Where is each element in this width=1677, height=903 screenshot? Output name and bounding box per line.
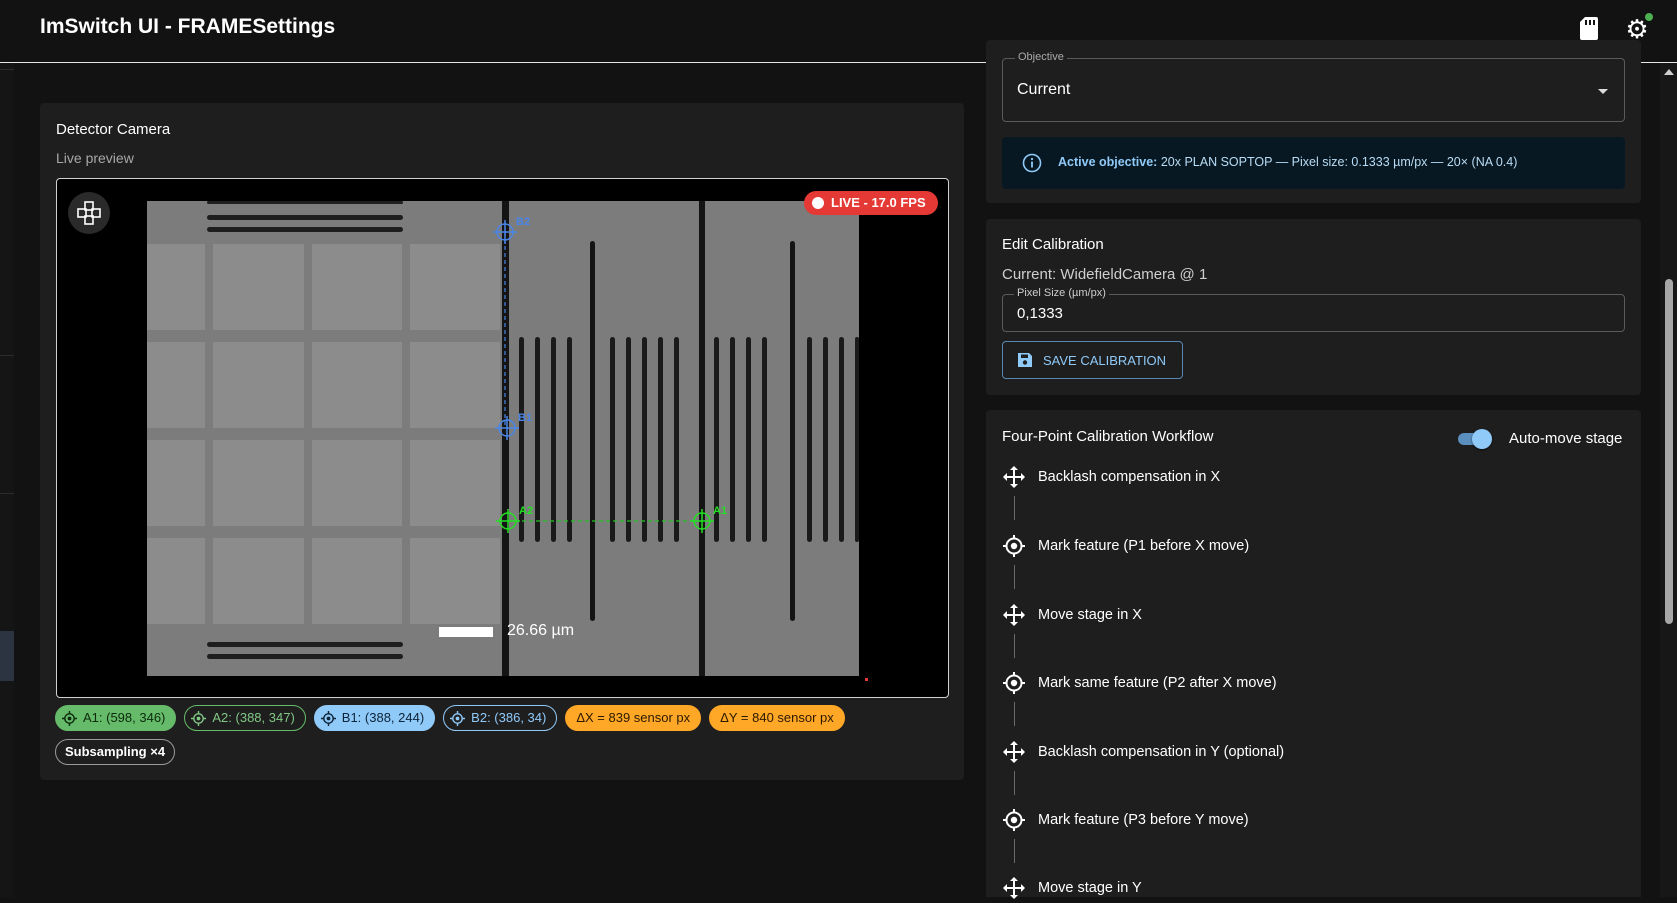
workflow-step[interactable]: Move stage in X xyxy=(1002,600,1142,630)
indicator-dot xyxy=(865,678,868,681)
point-chips: A1: (598, 346) A2: (388, 347) B1: (388, … xyxy=(55,705,845,731)
svg-text:B2: B2 xyxy=(516,216,530,228)
chip-subsampling: Subsampling ×4 xyxy=(55,739,176,765)
target-icon xyxy=(1003,535,1025,557)
detector-camera-card: Detector Camera Live preview B2 B1 A2 A1… xyxy=(40,103,964,780)
workflow-step[interactable]: Mark feature (P1 before X move) xyxy=(1002,531,1249,561)
step-connector xyxy=(1014,565,1015,589)
scale-bar-label: 26.66 µm xyxy=(507,622,575,639)
scale-bar xyxy=(439,627,493,637)
target-icon xyxy=(1003,809,1025,831)
svg-text:B1: B1 xyxy=(518,412,532,424)
chevron-down-icon xyxy=(1598,89,1608,94)
move-icon xyxy=(1003,877,1025,899)
move-icon xyxy=(1003,604,1025,626)
chip-delta-x: ΔX = 839 sensor px xyxy=(565,705,702,731)
chip-b2[interactable]: B2: (386, 34) xyxy=(443,705,558,731)
objective-select-label: Objective xyxy=(1015,51,1067,63)
crosshair-icon xyxy=(320,710,336,726)
save-calibration-button[interactable]: SAVE CALIBRATION xyxy=(1002,341,1183,379)
scroll-up-icon[interactable] xyxy=(1664,69,1674,75)
pixel-size-input[interactable] xyxy=(1003,295,1624,331)
scrollbar-thumb[interactable] xyxy=(1665,279,1673,624)
svg-text:A2: A2 xyxy=(519,505,533,517)
page-scrollbar[interactable] xyxy=(1660,63,1677,897)
live-badge-label: LIVE - 17.0 FPS xyxy=(831,195,926,210)
pixel-size-field[interactable]: Pixel Size (µm/px) xyxy=(1002,287,1625,332)
svg-text:A1: A1 xyxy=(713,505,727,517)
edit-calibration-panel: Edit Calibration Current: WidefieldCamer… xyxy=(986,219,1641,395)
live-preview-viewer[interactable]: B2 B1 A2 A1 LIVE - 17.0 FPS 26.66 µm xyxy=(56,178,949,698)
step-connector xyxy=(1014,839,1015,863)
auto-move-label: Auto-move stage xyxy=(1509,430,1623,447)
gamepad-icon[interactable] xyxy=(68,192,110,234)
objective-select[interactable]: Objective Current xyxy=(1002,51,1625,122)
step-connector xyxy=(1014,634,1015,658)
sd-card-icon[interactable] xyxy=(1579,16,1599,41)
target-icon xyxy=(1003,672,1025,694)
crosshair-icon xyxy=(62,710,77,726)
objective-panel: Objective Current Active objective: 20x … xyxy=(986,40,1641,203)
chip-a1[interactable]: A1: (598, 346) xyxy=(55,705,177,731)
step-connector xyxy=(1014,771,1015,795)
current-calibration: Current: WidefieldCamera @ 1 xyxy=(1002,266,1208,283)
sidebar-strip xyxy=(0,63,14,897)
status-dot xyxy=(1645,13,1653,21)
chip-b1[interactable]: B1: (388, 244) xyxy=(313,705,436,731)
crosshair-icon xyxy=(450,710,466,726)
info-icon xyxy=(1022,153,1042,173)
workflow-step[interactable]: Backlash compensation in Y (optional) xyxy=(1002,737,1284,767)
step-connector xyxy=(1014,496,1015,520)
step-connector xyxy=(1014,702,1015,726)
objective-select-value: Current xyxy=(1017,81,1071,98)
detector-subtitle: Live preview xyxy=(56,150,134,166)
four-point-workflow-panel: Four-Point Calibration Workflow Auto-mov… xyxy=(986,410,1641,899)
chip-a2[interactable]: A2: (388, 347) xyxy=(184,705,306,731)
active-objective-info: Active objective: 20x PLAN SOPTOP — Pixe… xyxy=(1002,137,1625,189)
workflow-step[interactable]: Mark feature (P3 before Y move) xyxy=(1002,805,1249,835)
edit-calibration-title: Edit Calibration xyxy=(1002,236,1104,253)
move-icon xyxy=(1003,741,1025,763)
workflow-step[interactable]: Move stage in Y xyxy=(1002,873,1142,903)
record-dot-icon xyxy=(812,197,824,209)
active-objective-text: Active objective: 20x PLAN SOPTOP — Pixe… xyxy=(1058,155,1518,169)
sidebar-selected-item[interactable] xyxy=(0,631,14,681)
workflow-step[interactable]: Backlash compensation in X xyxy=(1002,462,1220,492)
live-badge: LIVE - 17.0 FPS xyxy=(804,191,938,215)
save-icon xyxy=(1018,353,1032,367)
camera-image[interactable]: B2 B1 A2 A1 xyxy=(147,201,859,676)
crosshair-icon xyxy=(191,710,207,726)
move-icon xyxy=(1003,466,1025,488)
app-title: ImSwitch UI - FRAMESettings xyxy=(40,15,336,38)
chip-delta-y: ΔY = 840 sensor px xyxy=(709,705,845,731)
detector-title: Detector Camera xyxy=(56,121,171,138)
workflow-step[interactable]: Mark same feature (P2 after X move) xyxy=(1002,668,1277,698)
auto-move-toggle[interactable] xyxy=(1458,429,1492,449)
workflow-title: Four-Point Calibration Workflow xyxy=(1002,428,1214,445)
